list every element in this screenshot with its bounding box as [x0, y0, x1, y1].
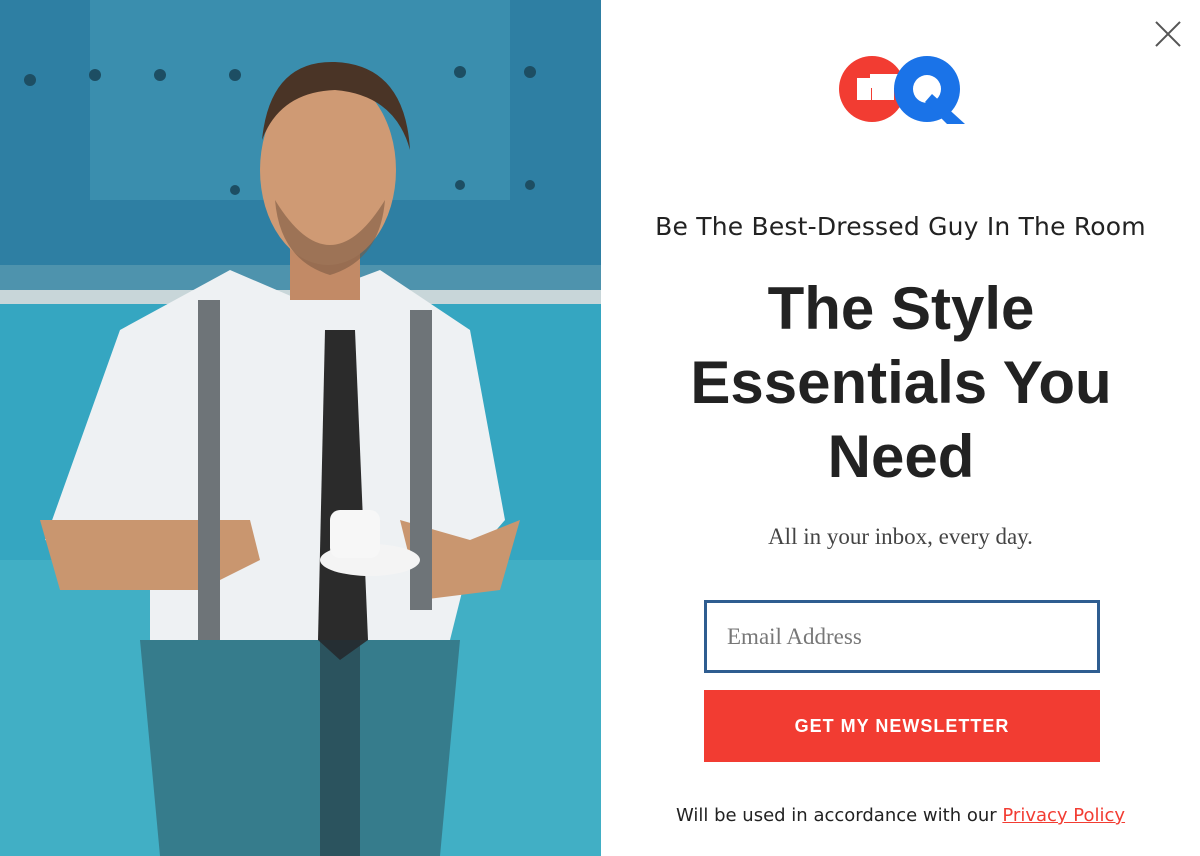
gq-logo [839, 56, 965, 124]
newsletter-panel: Be The Best-Dressed Guy In The Room The … [601, 0, 1200, 856]
privacy-policy-link[interactable]: Privacy Policy [1002, 805, 1125, 826]
hero-photo [0, 0, 601, 856]
tagline: Be The Best-Dressed Guy In The Room [655, 212, 1146, 241]
email-field[interactable] [704, 600, 1100, 673]
privacy-disclaimer: Will be used in accordance with our Priv… [601, 805, 1200, 826]
get-newsletter-button[interactable]: GET MY NEWSLETTER [704, 690, 1100, 762]
man-in-pool-illustration [0, 0, 601, 856]
privacy-disclaimer-text: Will be used in accordance with our [675, 805, 1003, 826]
close-icon[interactable] [1154, 20, 1182, 48]
subline: All in your inbox, every day. [768, 524, 1033, 549]
newsletter-modal: Be The Best-Dressed Guy In The Room The … [0, 0, 1200, 856]
headline: The Style Essentials You Need [690, 275, 1112, 490]
